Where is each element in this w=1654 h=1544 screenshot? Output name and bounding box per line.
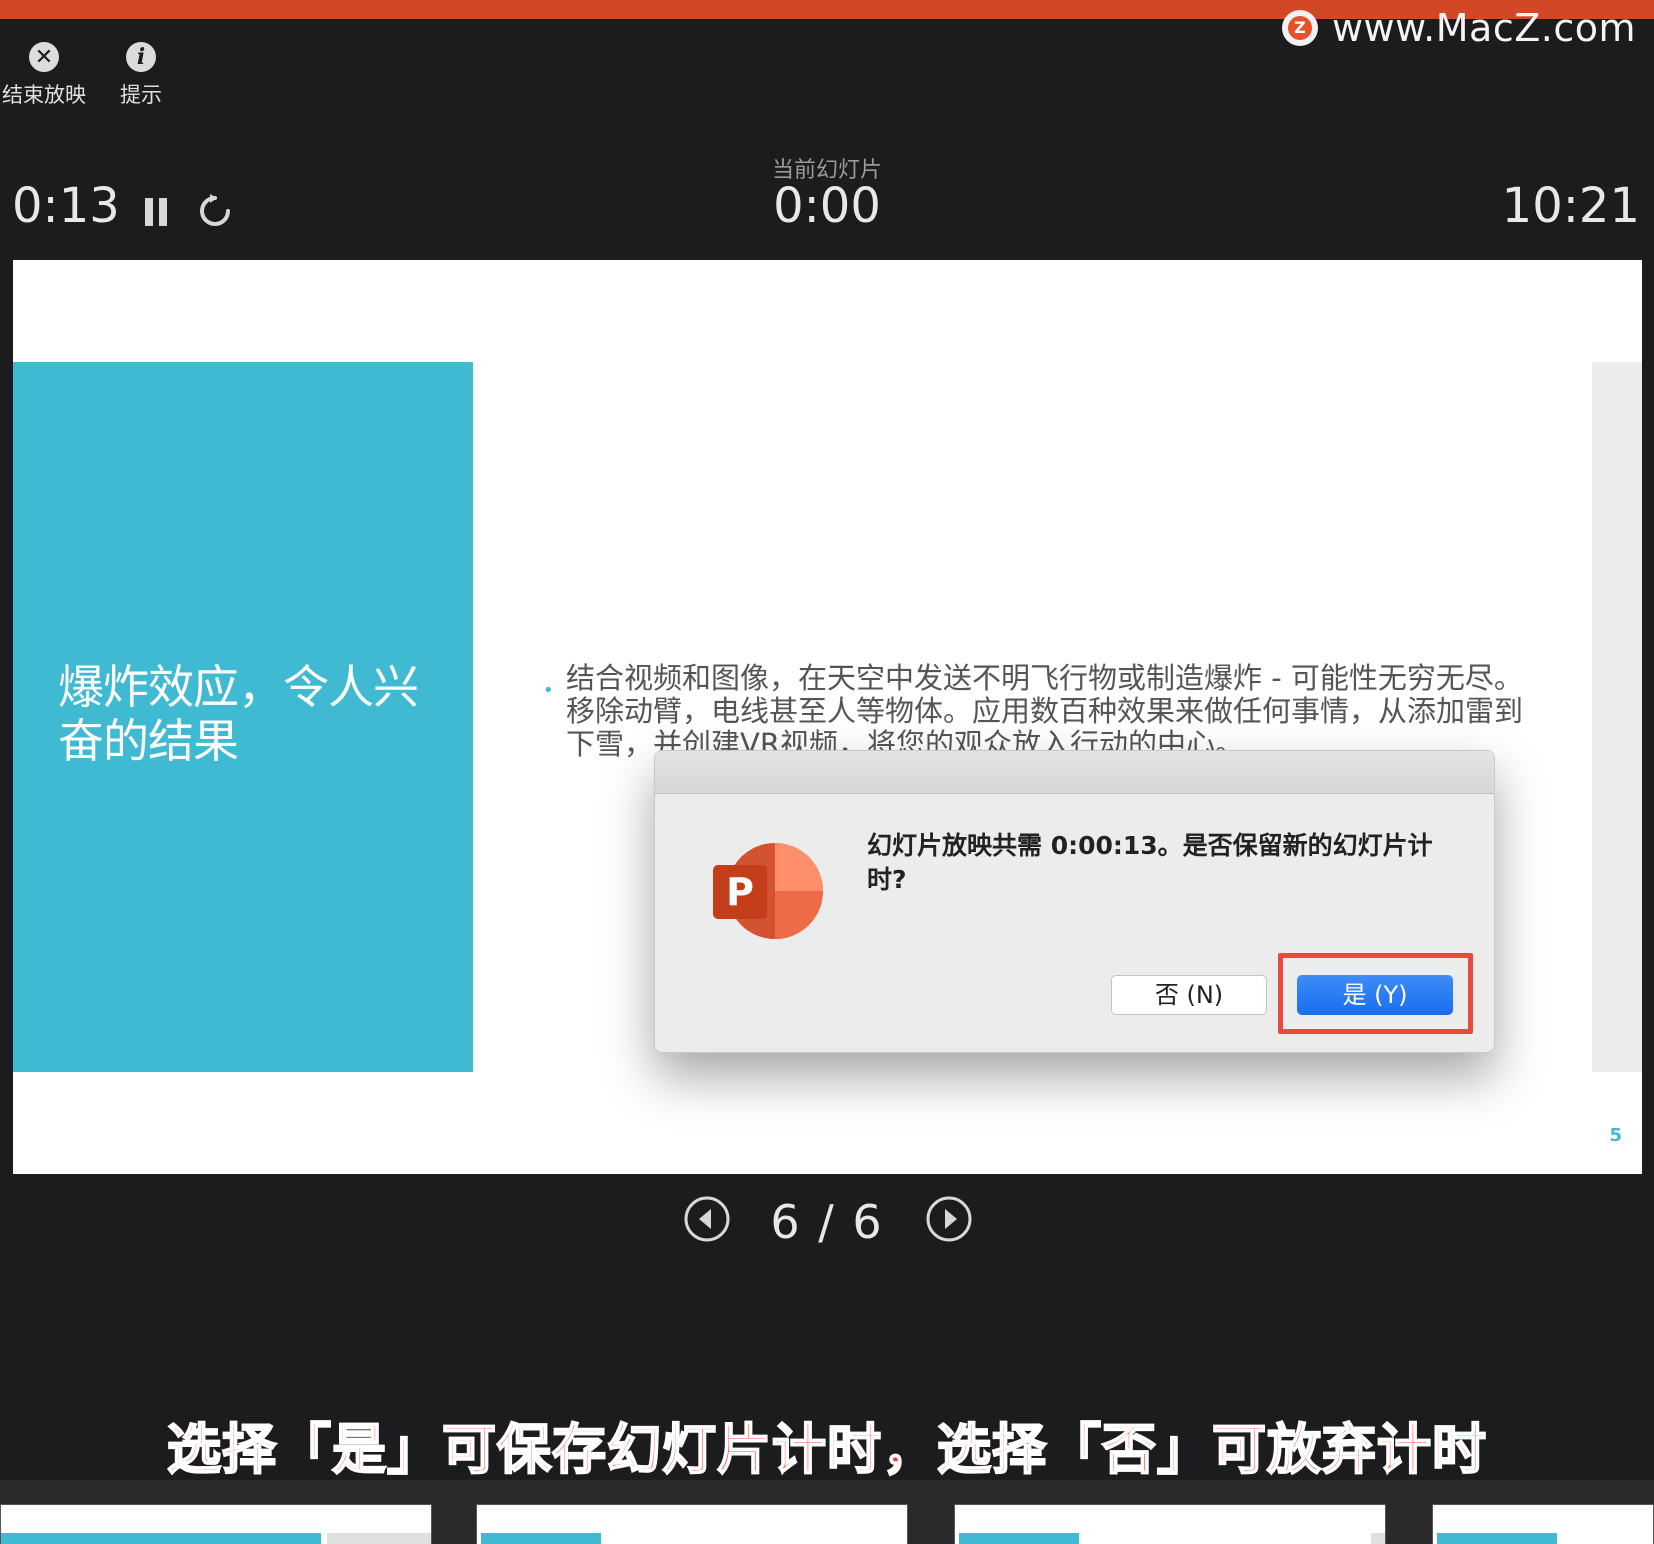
slide-title-panel: 爆炸效应，令人兴奋的结果 bbox=[13, 362, 473, 1072]
hint-label: 提示 bbox=[120, 83, 162, 107]
info-icon: i bbox=[126, 42, 156, 72]
slide-navigation: 6 / 6 bbox=[0, 1195, 1654, 1255]
slide-thumbnail[interactable] bbox=[0, 1504, 432, 1544]
end-show-label: 结束放映 bbox=[2, 83, 86, 107]
clock: 10:21 bbox=[1501, 178, 1640, 234]
close-circle-icon: ✕ bbox=[29, 42, 59, 72]
slide-side-strip bbox=[1592, 362, 1642, 1072]
bullet-dot-icon: • bbox=[543, 680, 554, 701]
slide-page-number: 5 bbox=[1609, 1125, 1622, 1146]
slide-thumbnail[interactable] bbox=[476, 1504, 908, 1544]
powerpoint-icon-letter: P bbox=[726, 870, 754, 914]
watermark-logo-icon: Z bbox=[1281, 10, 1318, 46]
slide-thumbnail[interactable] bbox=[1432, 1504, 1654, 1544]
watermark-text: www.MacZ.com bbox=[1331, 6, 1636, 50]
slide-thumbnail[interactable] bbox=[954, 1504, 1386, 1544]
watermark-logo-letter: Z bbox=[1287, 16, 1312, 40]
powerpoint-app-icon: P bbox=[713, 843, 823, 939]
current-slide-timer: 0:00 bbox=[773, 178, 881, 234]
hint-button[interactable]: i 提示 bbox=[120, 42, 162, 109]
no-button[interactable]: 否 (N) bbox=[1111, 975, 1267, 1015]
tutorial-caption: 选择「是」可保存幻灯片计时，选择「否」可放弃计时 bbox=[166, 1417, 1487, 1482]
end-show-button[interactable]: ✕ 结束放映 bbox=[2, 42, 86, 109]
watermark: Z www.MacZ.com bbox=[1281, 6, 1636, 50]
next-slide-icon[interactable] bbox=[925, 1195, 973, 1243]
slide-title: 爆炸效应，令人兴奋的结果 bbox=[58, 660, 419, 768]
dialog-titlebar bbox=[655, 751, 1494, 794]
slide-thumbnail-strip bbox=[0, 1480, 1654, 1544]
slide-counter: 6 / 6 bbox=[770, 1195, 884, 1249]
dialog-message: 幻灯片放映共需 0:00:13。是否保留新的幻灯片计时? bbox=[867, 831, 1433, 894]
yes-button-highlight bbox=[1278, 953, 1473, 1034]
